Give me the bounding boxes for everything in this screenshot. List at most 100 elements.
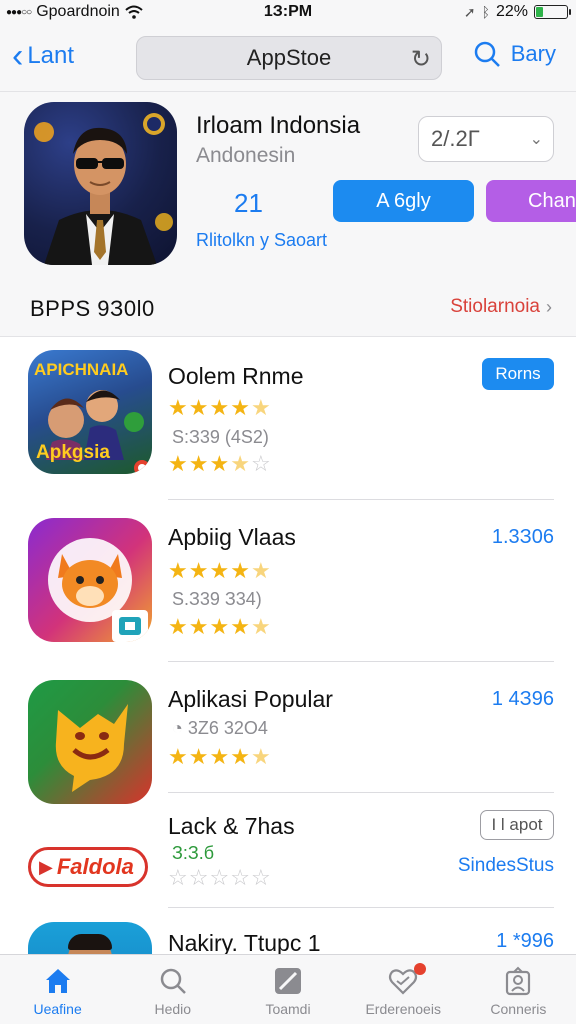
tab-label: Ueafine bbox=[33, 1001, 82, 1017]
see-all-link[interactable]: Stiolarnoia › bbox=[450, 296, 552, 318]
app-meta: S.З39 З34) bbox=[172, 589, 262, 609]
rating-stars: ★★★★★ bbox=[168, 558, 272, 584]
get-button[interactable]: Rorns bbox=[482, 358, 554, 390]
play-icon: ▶ bbox=[39, 856, 53, 877]
featured-app-header: Irloam Indonsia Andonesin 2/.2Г ⌄ 21 Rli… bbox=[0, 92, 576, 337]
install-button[interactable]: I l apot bbox=[480, 810, 554, 840]
star-icon: ☆ bbox=[250, 865, 272, 890]
app-icon[interactable]: ▶ Faldola bbox=[28, 847, 148, 887]
see-all-label: Stiolarnoia bbox=[450, 296, 540, 317]
list-item[interactable]: ▶ Faldola Lack & 7has З:З.б ☆☆☆☆☆ I l ap… bbox=[0, 793, 576, 908]
account-icon bbox=[506, 966, 531, 996]
edit-icon bbox=[275, 968, 301, 994]
mascot-artwork bbox=[55, 704, 128, 792]
tab-bar: Ueafine Hedio Toamdi Erderenoeis Conneri… bbox=[0, 954, 576, 1024]
star-icon: ★ bbox=[188, 395, 210, 420]
list-item[interactable]: Nakiry. Ttupc 1 1 *996 bbox=[0, 908, 576, 954]
fox-artwork bbox=[48, 538, 148, 642]
app-meta: S:З39 (4S2) bbox=[172, 427, 269, 447]
star-icon: ★ bbox=[230, 614, 251, 639]
star-icon: ★ bbox=[168, 558, 189, 583]
tab-account[interactable]: Conneris bbox=[461, 955, 576, 1024]
battery-percent: 22% bbox=[495, 3, 528, 20]
star-icon: ★ bbox=[209, 395, 231, 420]
app-price[interactable]: 1 4З96 bbox=[492, 688, 554, 711]
app-icon[interactable] bbox=[28, 922, 152, 954]
chevron-right-icon: › bbox=[546, 296, 552, 317]
rating-stars: ★★★★★ bbox=[168, 395, 272, 421]
version-select-value: 2/.2Г bbox=[431, 126, 480, 151]
list-item[interactable]: Apbiig Vlaas ★★★★★ S.З39 З34) ★★★★★ 1.3З… bbox=[0, 500, 576, 662]
location-icon: ➚ bbox=[463, 3, 476, 20]
list-item[interactable]: APICHNAIA Apkgsia Oolem Rnme ★★★★★ S:З39… bbox=[0, 337, 576, 500]
star-icon: ★ bbox=[188, 744, 210, 769]
star-icon: ★ bbox=[168, 395, 189, 420]
star-icon: ★ bbox=[188, 614, 210, 639]
featured-app-link[interactable]: Rlitolkn y Saoart bbox=[196, 230, 327, 251]
reload-icon[interactable]: ↻ bbox=[411, 45, 431, 74]
search-icon bbox=[160, 968, 186, 994]
app-name: Nakiry. Ttupc 1 bbox=[168, 930, 321, 954]
app-price[interactable]: 1 *996 bbox=[496, 930, 554, 953]
featured-app-count: 21 bbox=[234, 188, 263, 218]
portrait-illustration bbox=[34, 113, 173, 265]
star-icon: ☆ bbox=[230, 865, 251, 890]
star-icon: ★ bbox=[250, 744, 272, 769]
app-icon[interactable] bbox=[28, 518, 152, 642]
star-icon: ★ bbox=[188, 558, 210, 583]
icon-wordmark: Faldola bbox=[56, 854, 134, 879]
back-label: Lant bbox=[27, 42, 75, 69]
star-icon: ★ bbox=[250, 614, 272, 639]
app-icon[interactable] bbox=[28, 680, 152, 804]
avatar-hair bbox=[68, 934, 112, 950]
rating-stars: ☆☆☆☆☆ bbox=[168, 865, 272, 891]
battery-icon bbox=[534, 5, 571, 19]
app-meta: ◔ 3Z6 32O4 bbox=[172, 718, 268, 738]
search-label: Bary bbox=[510, 41, 556, 66]
featured-app-icon[interactable] bbox=[24, 102, 177, 265]
rating-stars-secondary: ★★★★☆ bbox=[168, 451, 272, 477]
app-name: Aplikasi Popular bbox=[168, 686, 333, 712]
star-icon: ★ bbox=[230, 744, 251, 769]
address-bar-title: AppStoe bbox=[246, 45, 332, 70]
star-icon: ★ bbox=[168, 614, 189, 639]
featured-app-subtitle: Andonesin bbox=[196, 144, 296, 167]
tab-label: Erderenoeis bbox=[365, 1001, 441, 1017]
star-icon: ★ bbox=[209, 558, 231, 583]
address-bar[interactable]: AppStoe ↻ bbox=[136, 36, 442, 80]
star-icon: ★ bbox=[168, 744, 189, 769]
back-button[interactable]: ‹ Lant bbox=[12, 39, 75, 73]
star-icon: ★ bbox=[250, 395, 272, 420]
list-item[interactable]: Aplikasi Popular ◔ 3Z6 32O4 ★★★★★ 1 4З96 bbox=[0, 662, 576, 804]
apply-button[interactable]: A 6gly bbox=[333, 180, 474, 222]
tab-search[interactable]: Hedio bbox=[115, 955, 230, 1024]
app-link[interactable]: SindesStus bbox=[458, 855, 554, 877]
featured-app-title: Irloam Indonsia bbox=[196, 112, 361, 139]
app-price[interactable]: 1.3З06 bbox=[492, 526, 554, 549]
star-icon: ☆ bbox=[168, 865, 189, 890]
app-name: Apbiig Vlaas bbox=[168, 524, 296, 550]
home-icon bbox=[45, 969, 70, 993]
app-name: Lack & 7has bbox=[168, 813, 295, 839]
version-select[interactable]: 2/.2Г ⌄ bbox=[418, 116, 554, 162]
change-button[interactable]: Chan bbox=[486, 180, 576, 222]
app-icon[interactable]: APICHNAIA Apkgsia bbox=[28, 350, 152, 474]
star-icon: ★ bbox=[230, 451, 251, 476]
section-title: BPPS 9З0l0 bbox=[30, 296, 155, 321]
tab-label: Conneris bbox=[490, 1001, 547, 1017]
tab-label: Toamdi bbox=[265, 1001, 311, 1017]
app-name: Oolem Rnme bbox=[168, 363, 304, 389]
tab-edit[interactable]: Toamdi bbox=[230, 955, 345, 1024]
rating-stars: ★★★★★ bbox=[168, 744, 272, 770]
status-bar: ●●●○○ Gpoardnoin 1З:PM ➚ ᛒ 22% bbox=[0, 0, 576, 24]
icon-banner-top: APICHNAIA bbox=[34, 360, 129, 379]
tab-label: Hedio bbox=[154, 1001, 192, 1017]
star-icon: ★ bbox=[230, 395, 251, 420]
star-icon: ☆ bbox=[250, 451, 272, 476]
star-icon: ☆ bbox=[188, 865, 210, 890]
notification-badge bbox=[413, 963, 426, 975]
search-button[interactable]: Bary bbox=[473, 40, 556, 68]
tab-favorites[interactable]: Erderenoeis bbox=[346, 955, 461, 1024]
tab-home[interactable]: Ueafine bbox=[0, 955, 115, 1024]
star-icon: ★ bbox=[209, 614, 231, 639]
